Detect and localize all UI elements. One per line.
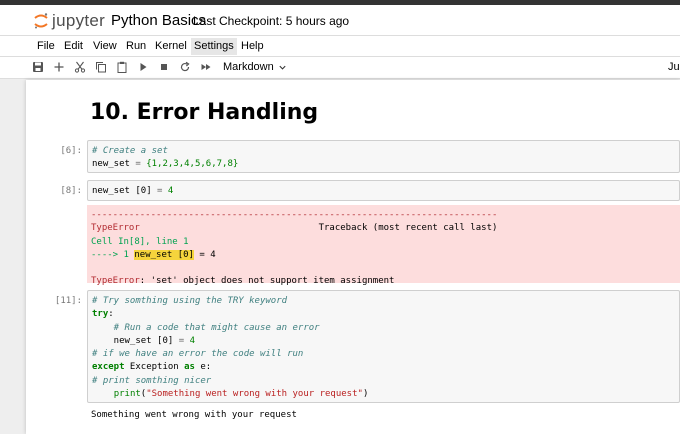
code-line: new_set = {1,2,3,4,5,6,7,8}	[92, 159, 239, 170]
code-line: except Exception as e:	[92, 362, 212, 373]
menu-settings[interactable]: Settings	[191, 38, 237, 55]
code-line: new_set [0] = 4	[92, 186, 174, 196]
code-line: print("Something went wrong with your re…	[113, 389, 369, 400]
menu-edit[interactable]: Edit	[64, 40, 83, 52]
code-cell-11[interactable]: # Try somthing using the TRY keyword try:…	[87, 290, 680, 403]
output-text: Something went wrong with your request	[91, 410, 297, 420]
add-icon[interactable]	[52, 60, 66, 74]
stop-icon[interactable]	[157, 60, 171, 74]
cell-type-label: Markdown	[223, 61, 274, 73]
cell-prompt-6: [6]:	[60, 146, 82, 156]
code-cell-8[interactable]: new_set [0] = 4	[87, 180, 680, 201]
logo-text: jupyter	[52, 11, 106, 30]
code-line: new_set [0] = 4	[92, 335, 195, 346]
chevron-down-icon	[279, 65, 286, 70]
stdout-output-11: Something went wrong with your request	[87, 405, 680, 425]
cell-prompt-11: [11]:	[54, 296, 82, 306]
error-cell-ref: Cell In[8], line 1	[91, 236, 189, 247]
paste-icon[interactable]	[115, 60, 129, 74]
cell-prompt-8: [8]:	[60, 186, 82, 196]
toolbar: Markdown Jup	[0, 57, 680, 79]
last-checkpoint: Last Checkpoint: 5 hours ago	[193, 14, 350, 28]
notebook-panel: 10. Error Handling [6]: # Create a set ne…	[26, 80, 680, 434]
code-line: try:	[92, 309, 114, 320]
code-line: # if we have an error the code will run	[92, 349, 304, 360]
restart-icon[interactable]	[178, 60, 192, 74]
save-icon[interactable]	[31, 60, 45, 74]
code-line: # Create a set	[92, 146, 168, 156]
menu-run[interactable]: Run	[126, 40, 146, 52]
menu-file[interactable]: File	[37, 40, 55, 52]
error-divider: ----------------------------------------…	[91, 210, 498, 220]
error-message: TypeError: 'set' object does not support…	[91, 276, 395, 287]
cut-icon[interactable]	[73, 60, 87, 74]
kernel-name[interactable]: Jup	[668, 61, 680, 73]
error-header: TypeError Traceback (most recent call la…	[91, 223, 498, 234]
cell-type-select[interactable]: Markdown	[223, 61, 287, 73]
header: jupyter Python Basics Last Checkpoint: 5…	[0, 5, 680, 35]
code-cell-6[interactable]: # Create a set new_set = {1,2,3,4,5,6,7,8…	[87, 140, 680, 173]
code-line: # Try somthing using the TRY keyword	[92, 296, 288, 306]
menu-kernel[interactable]: Kernel	[155, 40, 187, 52]
menu-bar: File Edit View Run Kernel Settings Help	[0, 35, 680, 57]
code-line: # Run a code that might cause an error	[92, 322, 320, 333]
fast-forward-icon[interactable]	[199, 60, 213, 74]
menu-help[interactable]: Help	[241, 40, 264, 52]
jupyter-logo[interactable]: jupyter	[34, 10, 105, 32]
copy-icon[interactable]	[94, 60, 108, 74]
notebook-title[interactable]: Python Basics	[111, 12, 206, 29]
jupyter-logo-icon	[34, 13, 48, 29]
menu-view[interactable]: View	[93, 40, 117, 52]
run-icon[interactable]	[136, 60, 150, 74]
error-source-line: ----> 1 new_set [0] = 4	[91, 249, 216, 260]
error-output-8: ----------------------------------------…	[87, 205, 680, 286]
markdown-heading: 10. Error Handling	[90, 100, 319, 125]
code-line: # print somthing nicer	[92, 375, 212, 386]
